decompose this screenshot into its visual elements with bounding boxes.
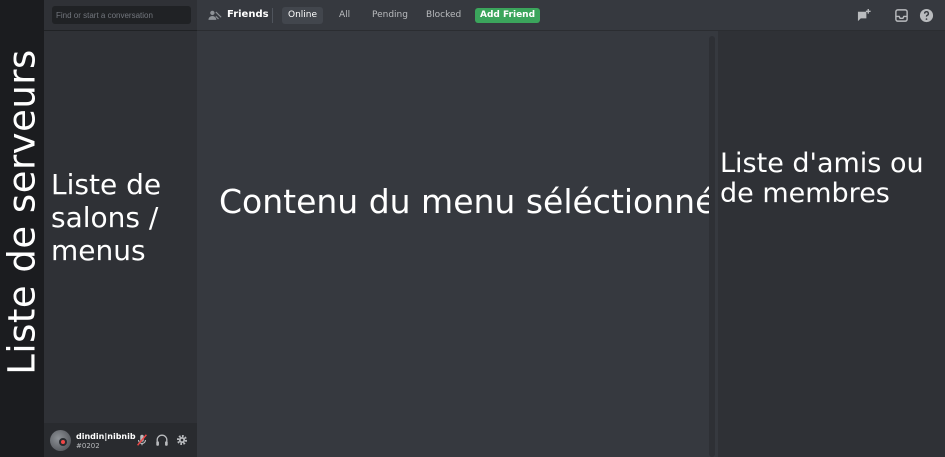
new-group-dm-icon[interactable] — [857, 8, 872, 23]
page-title: Friends — [227, 9, 269, 20]
username: dindin|nibnib — [76, 432, 136, 441]
server-list: Liste de serveurs — [0, 0, 44, 457]
microphone-muted-icon[interactable] — [135, 433, 149, 447]
member-list-label: Liste d'amis ou de membres — [720, 148, 924, 209]
search-input[interactable] — [52, 6, 191, 24]
inbox-icon[interactable] — [894, 8, 909, 23]
search-bar — [44, 0, 197, 31]
status-indicator — [59, 438, 67, 446]
tab-pending[interactable]: Pending — [366, 7, 414, 24]
main-content: Friends Online All Pending Blocked Add F… — [197, 0, 945, 457]
top-bar: Friends Online All Pending Blocked Add F… — [197, 0, 945, 31]
tab-blocked[interactable]: Blocked — [420, 7, 467, 24]
discriminator: #0202 — [76, 442, 100, 450]
scrollbar[interactable] — [709, 36, 715, 457]
content-label: Contenu du menu séléctionné — [219, 182, 716, 221]
headphones-icon[interactable] — [155, 433, 169, 447]
user-panel: dindin|nibnib #0202 — [44, 423, 197, 457]
gear-icon[interactable] — [175, 433, 189, 447]
channel-list-label: Liste de salons / menus — [51, 168, 162, 267]
tab-all[interactable]: All — [333, 7, 356, 24]
tab-online[interactable]: Online — [282, 7, 324, 24]
friends-icon — [208, 10, 222, 20]
add-friend-button[interactable]: Add Friend — [475, 8, 541, 23]
channel-sidebar: Liste de salons / menus — [44, 0, 197, 457]
member-list: Liste d'amis ou de membres — [718, 31, 945, 457]
help-icon[interactable] — [919, 8, 934, 23]
server-list-label: Liste de serveurs — [0, 49, 44, 375]
divider — [272, 8, 273, 23]
